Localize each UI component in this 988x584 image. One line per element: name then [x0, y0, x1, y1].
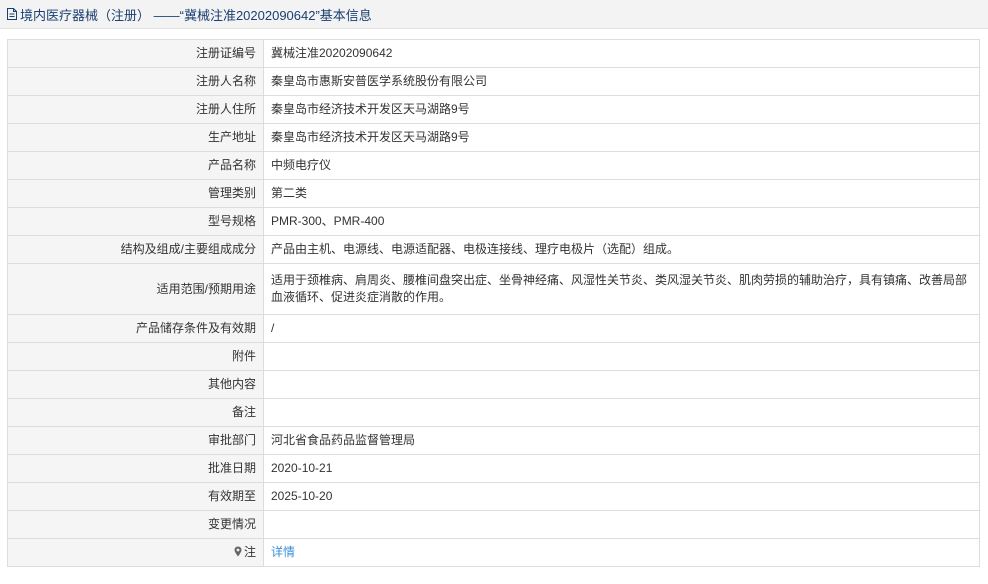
field-label: 生产地址	[7, 123, 264, 152]
field-label: 管理类别	[7, 179, 264, 208]
page-title: 境内医疗器械（注册） ——“冀械注准20202090642”基本信息	[20, 7, 372, 23]
field-value	[263, 510, 980, 539]
document-icon	[7, 8, 17, 20]
table-row: 有效期至 2025-10-20	[7, 482, 980, 511]
field-label: 适用范围/预期用途	[7, 263, 264, 315]
field-value: PMR-300、PMR-400	[263, 207, 980, 236]
table-row: 生产地址 秦皇岛市经济技术开发区天马湖路9号	[7, 123, 980, 152]
table-row: 注册人名称 秦皇岛市惠斯安普医学系统股份有限公司	[7, 67, 980, 96]
field-label: 审批部门	[7, 426, 264, 455]
field-value: 中频电疗仪	[263, 151, 980, 180]
field-label: 结构及组成/主要组成成分	[7, 235, 264, 264]
table-row: 适用范围/预期用途 适用于颈椎病、肩周炎、腰椎间盘突出症、坐骨神经痛、风湿性关节炎…	[7, 263, 980, 315]
info-table: 注册证编号 冀械注准20202090642 注册人名称 秦皇岛市惠斯安普医学系统股份有…	[7, 39, 980, 567]
field-value: 适用于颈椎病、肩周炎、腰椎间盘突出症、坐骨神经痛、风湿性关节炎、类风湿关节炎、肌…	[263, 263, 980, 315]
field-value: 2020-10-21	[263, 454, 980, 483]
field-label: 附件	[7, 342, 264, 371]
pin-icon	[234, 546, 242, 557]
field-label: 产品名称	[7, 151, 264, 180]
table-row: 备注	[7, 398, 980, 427]
field-value: 2025-10-20	[263, 482, 980, 511]
note-value-cell: 详情	[263, 538, 980, 567]
table-row: 其他内容	[7, 370, 980, 399]
field-label: 其他内容	[7, 370, 264, 399]
field-label: 注册证编号	[7, 39, 264, 68]
field-value	[263, 370, 980, 399]
info-sheet: 注册证编号 冀械注准20202090642 注册人名称 秦皇岛市惠斯安普医学系统股份有…	[7, 39, 980, 567]
field-label: 有效期至	[7, 482, 264, 511]
field-label: 产品储存条件及有效期	[7, 314, 264, 343]
note-label-cell: 注	[7, 538, 264, 567]
note-label: 注	[243, 545, 256, 559]
table-row: 型号规格 PMR-300、PMR-400	[7, 207, 980, 236]
field-value	[263, 342, 980, 371]
table-row: 结构及组成/主要组成成分 产品由主机、电源线、电源适配器、电极连接线、理疗电极片（…	[7, 235, 980, 264]
details-link[interactable]: 详情	[271, 545, 295, 559]
table-row: 审批部门 河北省食品药品监督管理局	[7, 426, 980, 455]
table-row: 管理类别 第二类	[7, 179, 980, 208]
page-header: 境内医疗器械（注册） ——“冀械注准20202090642”基本信息	[0, 0, 988, 29]
field-value: 第二类	[263, 179, 980, 208]
field-label: 备注	[7, 398, 264, 427]
table-row: 注册证编号 冀械注准20202090642	[7, 39, 980, 68]
field-value: 河北省食品药品监督管理局	[263, 426, 980, 455]
table-row: 产品储存条件及有效期 /	[7, 314, 980, 343]
field-value: 秦皇岛市经济技术开发区天马湖路9号	[263, 123, 980, 152]
field-label: 型号规格	[7, 207, 264, 236]
field-label: 批准日期	[7, 454, 264, 483]
field-value: 秦皇岛市惠斯安普医学系统股份有限公司	[263, 67, 980, 96]
table-row: 注册人住所 秦皇岛市经济技术开发区天马湖路9号	[7, 95, 980, 124]
field-value: 冀械注准20202090642	[263, 39, 980, 68]
field-value: 秦皇岛市经济技术开发区天马湖路9号	[263, 95, 980, 124]
field-value	[263, 398, 980, 427]
field-label: 变更情况	[7, 510, 264, 539]
table-row: 附件	[7, 342, 980, 371]
field-value: 产品由主机、电源线、电源适配器、电极连接线、理疗电极片（选配）组成。	[263, 235, 980, 264]
field-label: 注册人住所	[7, 95, 264, 124]
field-value: /	[263, 314, 980, 343]
table-row: 产品名称 中频电疗仪	[7, 151, 980, 180]
table-row: 批准日期 2020-10-21	[7, 454, 980, 483]
table-row-note: 注 详情	[7, 538, 980, 567]
field-label: 注册人名称	[7, 67, 264, 96]
table-row: 变更情况	[7, 510, 980, 539]
